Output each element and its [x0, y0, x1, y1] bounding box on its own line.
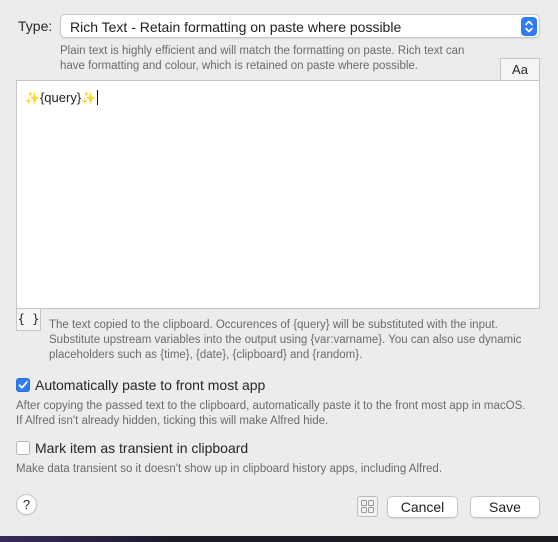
- chevron-updown-icon: [521, 17, 537, 36]
- auto-paste-checkbox[interactable]: [16, 378, 30, 392]
- editor-content[interactable]: ✨{query}✨: [25, 90, 99, 105]
- transient-checkbox[interactable]: [16, 441, 30, 455]
- insert-placeholder-button[interactable]: { }: [16, 309, 41, 331]
- sparkle-emoji-right: ✨: [81, 91, 97, 105]
- type-description: Plain text is highly efficient and will …: [60, 45, 465, 72]
- help-button[interactable]: ?: [16, 494, 37, 515]
- clipboard-text-editor[interactable]: ✨{query}✨: [16, 80, 540, 309]
- type-dropdown[interactable]: Rich Text - Retain formatting on paste w…: [60, 14, 540, 38]
- auto-paste-label[interactable]: Automatically paste to front most app: [35, 377, 265, 393]
- font-button[interactable]: Aa: [500, 58, 540, 80]
- type-dropdown-value: Rich Text - Retain formatting on paste w…: [70, 19, 402, 35]
- save-button[interactable]: Save: [470, 496, 540, 518]
- clipboard-description: The text copied to the clipboard. Occure…: [49, 319, 522, 361]
- grid-icon[interactable]: [357, 496, 378, 517]
- transient-description: Make data transient so it doesn't show u…: [16, 463, 443, 475]
- text-caret: [97, 90, 99, 105]
- desktop-background-strip: [0, 536, 558, 542]
- transient-label[interactable]: Mark item as transient in clipboard: [35, 440, 248, 456]
- type-label: Type:: [18, 18, 53, 34]
- sparkle-emoji-left: ✨: [25, 91, 40, 105]
- editor-text: {query}: [39, 90, 82, 105]
- checkmark-icon: [18, 381, 28, 389]
- auto-paste-description: After copying the passed text to the cli…: [16, 400, 526, 427]
- cancel-button[interactable]: Cancel: [387, 496, 458, 518]
